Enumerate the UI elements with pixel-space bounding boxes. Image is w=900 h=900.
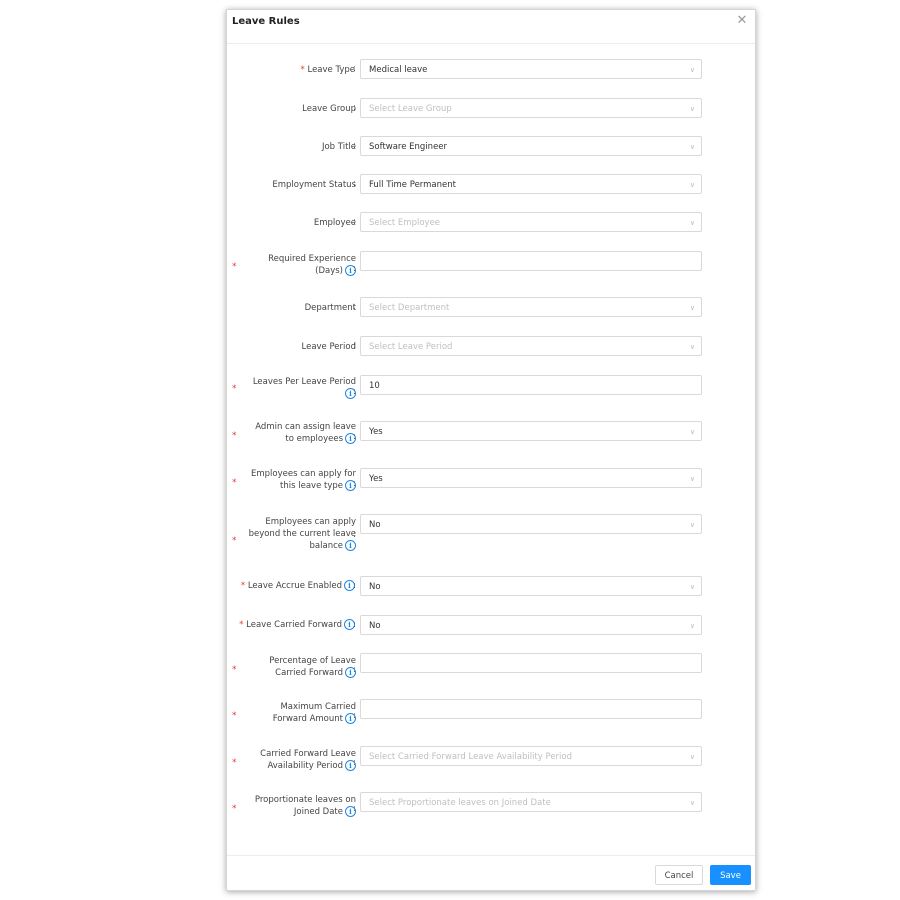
leaves-per-period-label: Leaves Per Leave Period i: [252, 377, 356, 399]
employment-status-select[interactable]: Full Time Permanent ∨: [360, 174, 702, 194]
modal-title: Leave Rules: [232, 16, 300, 27]
chevron-down-icon: ∨: [689, 583, 695, 591]
admin-assign-select[interactable]: Yes ∨: [360, 421, 702, 441]
leave-type-select[interactable]: Medical leave ∨: [360, 59, 702, 79]
employee-label: Employee: [313, 218, 356, 228]
required-marker: *: [232, 478, 237, 488]
leave-group-select[interactable]: Select Leave Group ∨: [360, 98, 702, 118]
pct-carried-input[interactable]: [360, 653, 702, 673]
required-marker: *: [232, 262, 237, 272]
max-carried-input[interactable]: [360, 699, 702, 719]
carried-forward-label: * Leave Carried Forward i: [231, 619, 355, 631]
save-button[interactable]: Save: [710, 865, 751, 885]
employees-apply-label: Employees can apply for this leave type i: [251, 469, 356, 491]
chevron-down-icon: ∨: [689, 143, 695, 151]
proportionate-label: Proportionate leaves on Joined Date i: [254, 795, 356, 817]
info-icon[interactable]: i: [345, 540, 356, 551]
chevron-down-icon: ∨: [689, 799, 695, 807]
accrue-enabled-label: * Leave Accrue Enabled i: [231, 580, 355, 592]
leave-type-label: * Leave Type: [300, 65, 355, 75]
cf-availability-label: Carried Forward Leave Availability Perio…: [260, 749, 356, 771]
chevron-down-icon: ∨: [689, 521, 695, 529]
chevron-down-icon: ∨: [689, 475, 695, 483]
required-marker: *: [232, 711, 237, 721]
leave-period-select[interactable]: Select Leave Period ∨: [360, 336, 702, 356]
leave-rules-modal: Leave Rules ✕ * Leave Type : Medical lea…: [226, 9, 756, 891]
job-title-label: Job Title: [321, 142, 356, 152]
admin-assign-label: Admin can assign leave to employees i: [255, 422, 356, 444]
pct-carried-label: Percentage of Leave Carried Forward i: [269, 656, 356, 678]
required-marker: *: [232, 804, 237, 814]
employee-select[interactable]: Select Employee ∨: [360, 212, 702, 232]
beyond-balance-label: Employees can apply beyond the current l…: [248, 517, 356, 551]
required-marker: *: [232, 536, 237, 546]
carried-forward-select[interactable]: No ∨: [360, 615, 702, 635]
modal-header: Leave Rules ✕: [227, 10, 755, 44]
chevron-down-icon: ∨: [689, 622, 695, 630]
leave-group-label: Leave Group: [302, 104, 356, 114]
required-marker: *: [232, 665, 237, 675]
department-select[interactable]: Select Department ∨: [360, 297, 702, 317]
cf-availability-select[interactable]: Select Carried Forward Leave Availabilit…: [360, 746, 702, 766]
chevron-down-icon: ∨: [689, 343, 695, 351]
employees-apply-select[interactable]: Yes ∨: [360, 468, 702, 488]
chevron-down-icon: ∨: [689, 66, 695, 74]
required-marker: *: [232, 431, 237, 441]
department-label: Department: [304, 303, 356, 313]
required-experience-input[interactable]: [360, 251, 702, 271]
chevron-down-icon: ∨: [689, 428, 695, 436]
max-carried-label: Maximum Carried Forward Amount i: [272, 702, 356, 724]
chevron-down-icon: ∨: [689, 304, 695, 312]
required-marker: *: [232, 384, 237, 394]
beyond-balance-select[interactable]: No ∨: [360, 514, 702, 534]
leaves-per-period-input[interactable]: 10: [360, 375, 702, 395]
leave-period-label: Leave Period: [301, 342, 357, 352]
accrue-enabled-select[interactable]: No ∨: [360, 576, 702, 596]
modal-footer: Cancel Save: [227, 855, 755, 891]
chevron-down-icon: ∨: [689, 181, 695, 189]
employment-status-label: Employment Status: [272, 180, 356, 190]
cancel-button[interactable]: Cancel: [655, 865, 703, 885]
job-title-select[interactable]: Software Engineer ∨: [360, 136, 702, 156]
chevron-down-icon: ∨: [689, 105, 695, 113]
chevron-down-icon: ∨: [689, 219, 695, 227]
proportionate-select[interactable]: Select Proportionate leaves on Joined Da…: [360, 792, 702, 812]
chevron-down-icon: ∨: [689, 753, 695, 761]
close-icon[interactable]: ✕: [735, 14, 749, 28]
required-marker: *: [232, 758, 237, 768]
required-experience-label: Required Experience (Days) i: [268, 254, 356, 276]
